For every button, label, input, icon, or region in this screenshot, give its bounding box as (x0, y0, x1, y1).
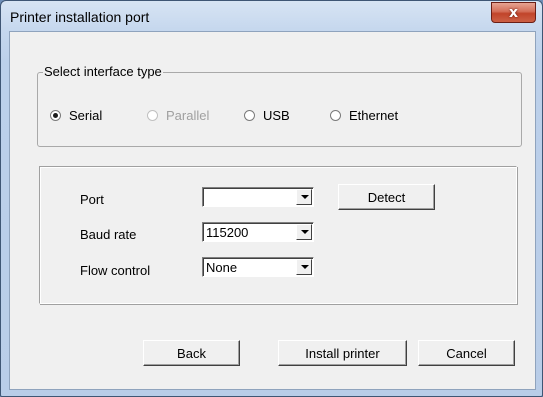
port-label: Port (80, 192, 104, 207)
radio-serial[interactable]: Serial (50, 108, 102, 123)
port-select[interactable] (202, 187, 314, 207)
detect-button[interactable]: Detect (338, 184, 435, 210)
baud-rate-label: Baud rate (80, 227, 137, 242)
chevron-down-icon[interactable] (296, 189, 312, 205)
radio-serial-indicator[interactable] (50, 110, 61, 121)
close-icon: x (508, 4, 519, 21)
radio-ethernet-label: Ethernet (349, 108, 399, 123)
chevron-down-icon[interactable] (296, 224, 312, 240)
interface-type-legend: Select interface type (43, 64, 163, 79)
radio-parallel: Parallel (147, 108, 209, 123)
radio-parallel-indicator (147, 110, 158, 121)
title-bar[interactable]: Printer installation port x (1, 1, 542, 31)
dialog-client-area: Select interface type Serial Parallel US… (9, 31, 536, 390)
dialog-window: Printer installation port x Select inter… (0, 0, 543, 397)
window-title: Printer installation port (10, 9, 150, 25)
flow-control-select[interactable]: None (202, 257, 314, 277)
flow-control-label: Flow control (80, 263, 151, 278)
baud-rate-select[interactable]: 115200 (202, 222, 314, 242)
radio-usb-label: USB (263, 108, 290, 123)
connection-settings-panel: Port Detect Baud rate 115200 Flow contro… (39, 166, 517, 304)
radio-usb-indicator[interactable] (244, 110, 255, 121)
radio-usb[interactable]: USB (244, 108, 290, 123)
radio-parallel-label: Parallel (166, 108, 210, 123)
chevron-down-icon[interactable] (296, 259, 312, 275)
close-button[interactable]: x (491, 2, 536, 23)
back-button[interactable]: Back (143, 340, 240, 366)
interface-type-group: Select interface type Serial Parallel US… (37, 64, 522, 147)
radio-serial-label: Serial (69, 108, 103, 123)
radio-ethernet[interactable]: Ethernet (330, 108, 398, 123)
flow-control-value: None (206, 260, 238, 275)
install-printer-button[interactable]: Install printer (278, 340, 407, 366)
radio-ethernet-indicator[interactable] (330, 110, 341, 121)
cancel-button[interactable]: Cancel (418, 340, 515, 366)
baud-rate-value: 115200 (206, 225, 249, 240)
